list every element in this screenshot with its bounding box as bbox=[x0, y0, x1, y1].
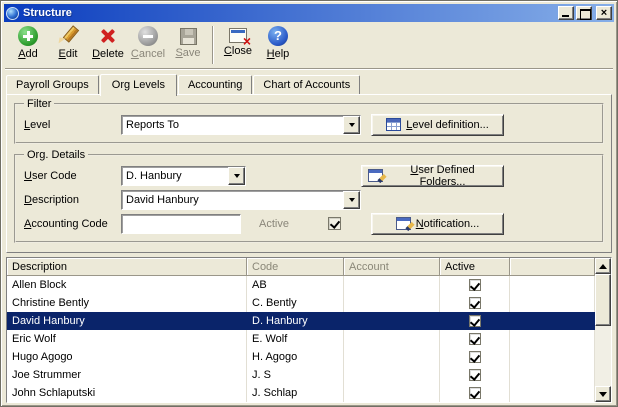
window-title: Structure bbox=[23, 7, 72, 19]
column-header-code[interactable]: Code bbox=[247, 258, 344, 276]
structure-window: Structure Add Edit Delete Cancel Save Cl bbox=[0, 0, 618, 407]
accounting-code-input[interactable] bbox=[121, 213, 241, 234]
delete-button[interactable]: Delete bbox=[88, 24, 128, 66]
tab-org-levels[interactable]: Org Levels bbox=[99, 74, 177, 96]
help-button[interactable]: Help bbox=[258, 24, 298, 66]
column-header-description[interactable]: Description bbox=[7, 258, 247, 276]
records-grid: Description Code Account Active Allen Bl… bbox=[6, 257, 612, 403]
grid-row[interactable]: Christine Bently C. Bently bbox=[7, 294, 595, 312]
edit-button[interactable]: Edit bbox=[48, 24, 88, 66]
records-table: Description Code Account Active Allen Bl… bbox=[7, 258, 595, 403]
question-circle-icon bbox=[268, 26, 288, 46]
minus-circle-icon bbox=[138, 26, 158, 46]
description-value: David Hanbury bbox=[126, 193, 199, 206]
cancel-button: Cancel bbox=[128, 24, 168, 66]
user-defined-folders-label: User Defined Folders... bbox=[410, 163, 475, 188]
grid-row[interactable]: Eric Wolf E. Wolf bbox=[7, 330, 595, 348]
help-label: Help bbox=[266, 48, 290, 60]
red-cross-icon bbox=[97, 26, 119, 46]
plus-circle-icon bbox=[18, 26, 38, 46]
maximize-button[interactable] bbox=[576, 6, 592, 20]
row-active-checkbox[interactable] bbox=[468, 297, 481, 310]
tab-accounting[interactable]: Accounting bbox=[177, 75, 253, 94]
grid-row[interactable]: Allen Block AB bbox=[7, 276, 595, 294]
row-active-checkbox[interactable] bbox=[468, 315, 481, 328]
add-label: Add bbox=[18, 48, 38, 60]
pencil-icon bbox=[57, 26, 79, 46]
org-details-group: Org. Details User Code D. Hanbury User D… bbox=[14, 149, 604, 243]
grid-header-row: Description Code Account Active bbox=[7, 258, 595, 276]
filter-group: Filter Level Reports To Level definition… bbox=[14, 98, 604, 144]
accounting-code-label: Accounting Code bbox=[24, 217, 108, 230]
delete-label: Delete bbox=[92, 48, 124, 60]
user-code-value: D. Hanbury bbox=[126, 169, 182, 182]
chevron-down-icon[interactable] bbox=[343, 190, 360, 209]
add-button[interactable]: Add bbox=[8, 24, 48, 66]
org-details-legend: Org. Details bbox=[27, 149, 86, 161]
level-value: Reports To bbox=[126, 118, 179, 131]
tab-chart-of-accounts[interactable]: Chart of Accounts bbox=[253, 75, 361, 94]
grid-row[interactable]: Joe Strummer J. S bbox=[7, 366, 595, 384]
tabstrip: Payroll Groups Org Levels Accounting Cha… bbox=[4, 70, 614, 96]
description-label: Description bbox=[24, 193, 80, 206]
form-pencil-icon bbox=[368, 169, 383, 182]
close-window-icon bbox=[229, 28, 251, 49]
row-active-checkbox[interactable] bbox=[468, 387, 481, 400]
user-defined-folders-button[interactable]: User Defined Folders... bbox=[361, 163, 504, 188]
tab-payroll-groups[interactable]: Payroll Groups bbox=[6, 75, 99, 94]
column-header-active[interactable]: Active bbox=[440, 258, 510, 276]
grid-row[interactable]: Hugo Agogo H. Agogo bbox=[7, 348, 595, 366]
save-label: Save bbox=[175, 47, 201, 59]
toolbar: Add Edit Delete Cancel Save Close Help bbox=[4, 22, 614, 68]
level-definition-button[interactable]: Level definition... bbox=[371, 113, 504, 136]
notification-label: Notification... bbox=[415, 217, 480, 230]
titlebar[interactable]: Structure bbox=[4, 4, 614, 22]
grid-icon bbox=[386, 118, 402, 131]
grid-body: Allen Block AB Christine Bently C. Bentl… bbox=[7, 276, 595, 403]
scroll-down-icon[interactable] bbox=[595, 386, 611, 402]
row-active-checkbox[interactable] bbox=[468, 369, 481, 382]
scrollbar-thumb[interactable] bbox=[595, 274, 611, 326]
column-header-account[interactable]: Account bbox=[344, 258, 440, 276]
edit-label: Edit bbox=[58, 48, 78, 60]
user-code-combobox[interactable]: D. Hanbury bbox=[121, 165, 246, 186]
scroll-up-icon[interactable] bbox=[595, 258, 611, 274]
grid-row[interactable]: Jane Munroe J.M bbox=[7, 402, 595, 403]
minimize-button[interactable] bbox=[558, 6, 574, 20]
chevron-down-icon[interactable] bbox=[228, 166, 245, 185]
vertical-scrollbar[interactable] bbox=[595, 258, 611, 402]
column-header-filler bbox=[510, 258, 595, 276]
description-combobox[interactable]: David Hanbury bbox=[121, 189, 361, 210]
grid-row[interactable]: John Schlaputski J. Schlap bbox=[7, 384, 595, 402]
toolbar-separator bbox=[212, 26, 214, 64]
notification-button[interactable]: Notification... bbox=[371, 212, 504, 235]
form-pencil-icon bbox=[395, 217, 411, 230]
level-label: Level bbox=[24, 118, 51, 131]
floppy-disk-icon bbox=[179, 28, 197, 45]
active-label: Active bbox=[259, 217, 289, 230]
filter-legend: Filter bbox=[27, 98, 52, 110]
close-window-button[interactable] bbox=[596, 6, 612, 20]
close-button[interactable]: Close bbox=[218, 24, 258, 66]
user-code-label: User Code bbox=[24, 169, 77, 182]
row-active-checkbox[interactable] bbox=[468, 351, 481, 364]
active-checkbox bbox=[327, 217, 341, 230]
chevron-down-icon[interactable] bbox=[343, 115, 360, 134]
app-icon bbox=[6, 6, 19, 20]
row-active-checkbox[interactable] bbox=[468, 279, 481, 292]
org-levels-pane: Filter Level Reports To Level definition… bbox=[6, 94, 612, 253]
scrollbar-track[interactable] bbox=[595, 274, 611, 386]
grid-row[interactable]: David Hanbury D. Hanbury bbox=[7, 312, 595, 330]
row-active-checkbox[interactable] bbox=[468, 333, 481, 346]
cancel-label: Cancel bbox=[130, 48, 166, 60]
level-combobox[interactable]: Reports To bbox=[121, 114, 361, 135]
level-definition-label: Level definition... bbox=[406, 118, 489, 131]
save-button: Save bbox=[168, 24, 208, 66]
